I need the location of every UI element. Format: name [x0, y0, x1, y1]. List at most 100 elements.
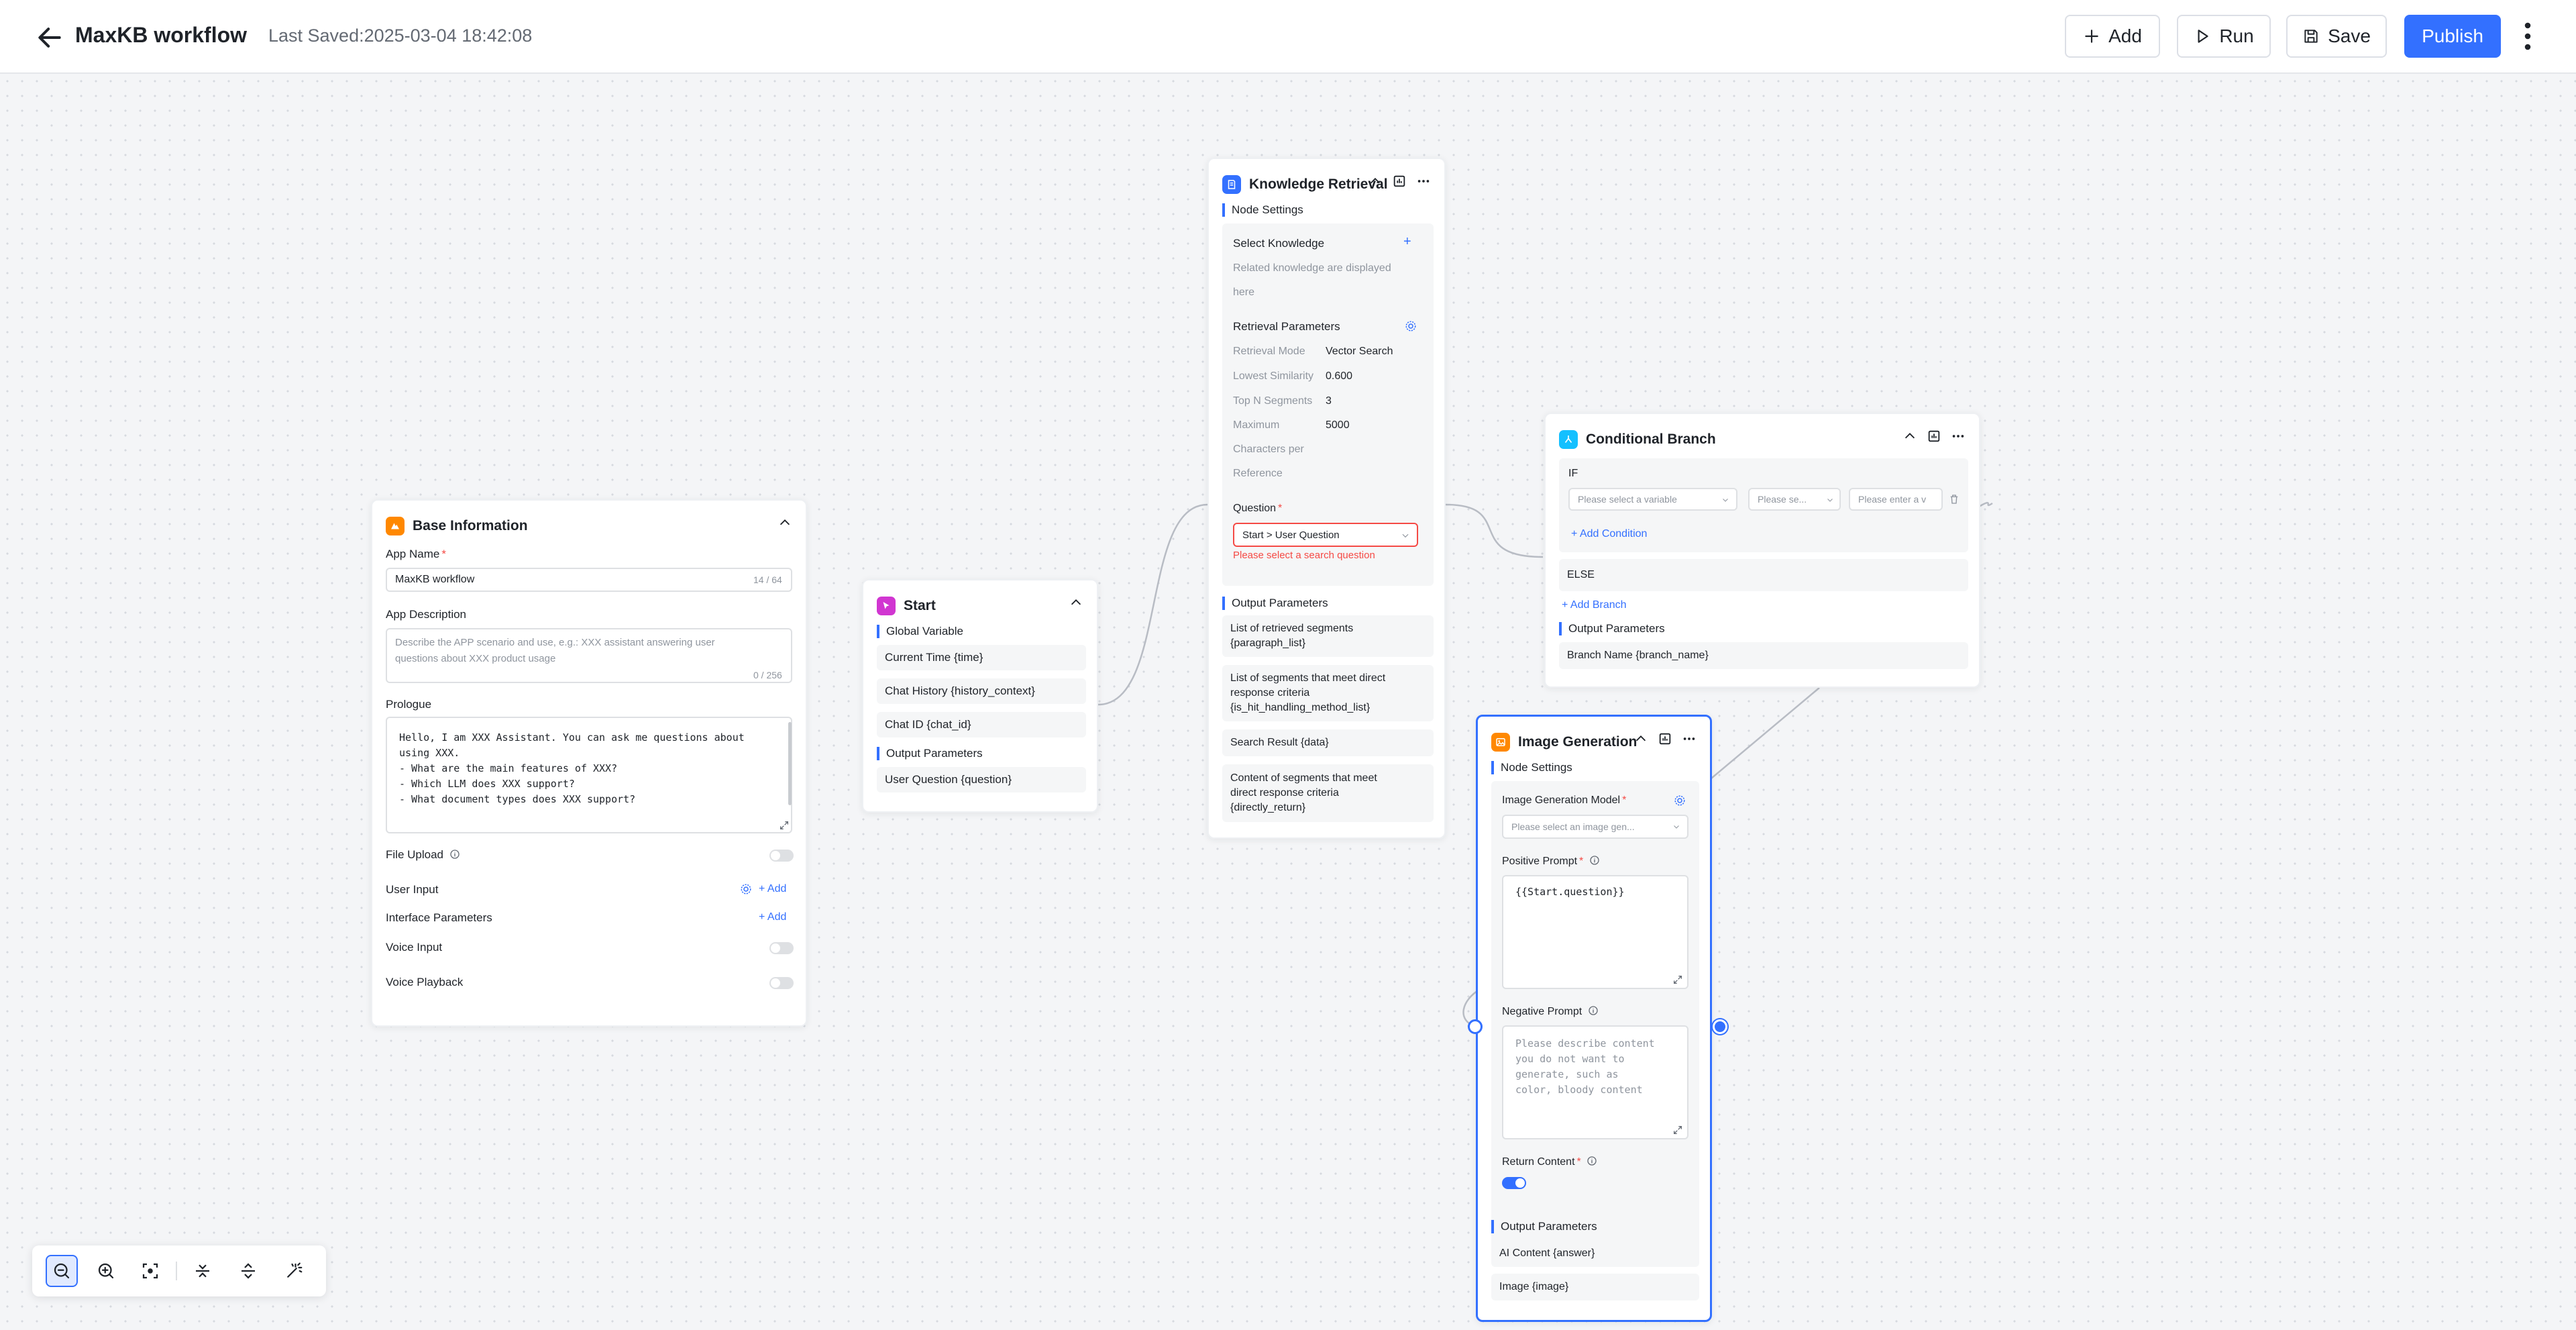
- user-input-add-link[interactable]: + Add: [759, 883, 786, 895]
- node-title: Conditional Branch: [1586, 431, 1716, 447]
- voice-input-toggle[interactable]: [769, 942, 794, 954]
- more-horizontal-icon[interactable]: [1682, 731, 1697, 746]
- chevron-down-icon: [1674, 825, 1679, 829]
- chevron-up-icon[interactable]: [1902, 429, 1917, 444]
- add-condition-link[interactable]: + Add Condition: [1571, 528, 1647, 540]
- knowledge-retrieval-node[interactable]: Knowledge Retrieval Node Settings Select…: [1208, 158, 1446, 839]
- save-button[interactable]: Save: [2286, 15, 2387, 58]
- value-input[interactable]: Please enter a v: [1849, 488, 1943, 511]
- more-horizontal-icon[interactable]: [1951, 429, 1966, 444]
- node-header: Knowledge Retrieval: [1222, 171, 1431, 198]
- last-saved-label: Last Saved:: [268, 25, 364, 46]
- start-node[interactable]: Start Global Variable Current Time {time…: [862, 579, 1098, 813]
- expand-all-button[interactable]: [232, 1255, 264, 1287]
- branch-icon: [1559, 430, 1578, 449]
- chevron-up-icon[interactable]: [1633, 731, 1648, 746]
- prologue-line: - What are the main features of XXX?: [399, 762, 618, 774]
- publish-button-label: Publish: [2422, 25, 2483, 46]
- zoom-out-button[interactable]: [46, 1255, 78, 1287]
- negative-prompt-label: Negative Prompt: [1502, 1005, 1599, 1018]
- gear-icon[interactable]: [740, 883, 752, 895]
- node-title: Start: [904, 598, 936, 613]
- expand-all-icon: [241, 1263, 255, 1279]
- model-select[interactable]: Please select an image gen...: [1502, 815, 1688, 839]
- node-header: Image Generation: [1491, 729, 1697, 756]
- prologue-line: Hello, I am XXX Assistant. You can ask m…: [399, 731, 745, 744]
- global-variable-item: Current Time {time}: [877, 645, 1086, 670]
- panel-icon[interactable]: [1392, 174, 1407, 189]
- prologue-line: - Which LLM does XXX support?: [399, 778, 575, 790]
- expand-icon[interactable]: [1672, 1125, 1683, 1135]
- positive-prompt-textarea[interactable]: {{Start.question}}: [1502, 875, 1688, 989]
- file-upload-toggle[interactable]: [769, 850, 794, 862]
- param-value: Vector Search: [1326, 346, 1393, 357]
- chevron-up-icon[interactable]: [1069, 595, 1083, 610]
- beautify-layout-button[interactable]: [278, 1255, 310, 1287]
- prologue-textarea[interactable]: Hello, I am XXX Assistant. You can ask m…: [386, 717, 792, 833]
- knowledge-hint-line: here: [1233, 287, 1255, 298]
- more-horizontal-icon[interactable]: [1416, 174, 1431, 189]
- fit-view-button[interactable]: [134, 1255, 166, 1287]
- add-button-label: Add: [2108, 25, 2142, 46]
- image-generation-output-port[interactable]: [1713, 1019, 1727, 1034]
- node-title: Base Information: [413, 518, 528, 533]
- output-parameter-item: AI Content {answer}: [1491, 1240, 1699, 1267]
- question-error-message: Please select a search question: [1233, 550, 1375, 561]
- interface-parameters-add-link[interactable]: + Add: [759, 911, 786, 923]
- prologue-scrollbar[interactable]: [788, 722, 792, 805]
- back-arrow-icon[interactable]: [35, 23, 64, 52]
- panel-icon[interactable]: [1658, 731, 1672, 746]
- expand-icon[interactable]: [1672, 974, 1683, 985]
- negative-prompt-textarea[interactable]: Please describe content you do not want …: [1502, 1025, 1688, 1139]
- run-button[interactable]: Run: [2177, 15, 2271, 58]
- output-parameters-title: Output Parameters: [1491, 1220, 1597, 1233]
- if-label: IF: [1568, 468, 1578, 479]
- collapse-all-button[interactable]: [186, 1255, 219, 1287]
- image-generation-node[interactable]: Image Generation Node Settings Image Gen…: [1476, 715, 1712, 1322]
- node-header: Base Information: [386, 513, 792, 540]
- chevron-down-icon: [1723, 499, 1728, 502]
- panel-icon[interactable]: [1927, 429, 1941, 444]
- chevron-up-icon[interactable]: [1368, 174, 1383, 189]
- chevron-up-icon[interactable]: [777, 515, 792, 530]
- app-description-textarea[interactable]: Describe the APP scenario and use, e.g.:…: [386, 628, 792, 683]
- prologue-line: using XXX.: [399, 747, 460, 759]
- param-key: Top N Segments: [1233, 395, 1313, 407]
- conditional-branch-node[interactable]: Conditional Branch IF Please select a va…: [1544, 413, 1980, 688]
- positive-prompt-label: Positive Prompt *: [1502, 855, 1600, 868]
- app-name-counter: 14 / 64: [753, 574, 782, 585]
- node-header: Start: [877, 593, 1083, 619]
- delete-icon[interactable]: [1948, 493, 1960, 505]
- base-info-icon: [386, 517, 405, 535]
- publish-button[interactable]: Publish: [2404, 15, 2501, 58]
- return-content-toggle[interactable]: [1502, 1177, 1526, 1189]
- app-name-input[interactable]: MaxKB workflow: [386, 568, 792, 592]
- output-parameter-item: Branch Name {branch_name}: [1559, 642, 1968, 669]
- voice-playback-label: Voice Playback: [386, 976, 464, 988]
- global-variable-title: Global Variable: [877, 625, 963, 638]
- fit-view-icon: [142, 1263, 158, 1279]
- more-vertical-icon[interactable]: [2516, 20, 2540, 52]
- output-parameters-title: Output Parameters: [877, 747, 983, 760]
- top-header: MaxKB workflow Last Saved:2025-03-04 18:…: [0, 0, 2576, 74]
- voice-playback-toggle[interactable]: [769, 977, 794, 989]
- global-variable-item: Chat History {history_context}: [877, 678, 1086, 704]
- add-button[interactable]: Add: [2065, 15, 2160, 58]
- expand-icon[interactable]: [779, 820, 790, 831]
- file-upload-label: File Upload: [386, 848, 460, 862]
- model-label: Image Generation Model *: [1502, 795, 1627, 806]
- select-knowledge-add-link[interactable]: +: [1403, 234, 1411, 250]
- gear-icon[interactable]: [1405, 320, 1417, 332]
- node-tools: [1633, 731, 1697, 746]
- app-description-counter: 0 / 256: [753, 670, 782, 680]
- zoom-in-button[interactable]: [90, 1255, 122, 1287]
- add-branch-link[interactable]: + Add Branch: [1562, 599, 1627, 611]
- image-generation-input-port[interactable]: [1468, 1019, 1483, 1034]
- variable-select[interactable]: Please select a variable: [1568, 488, 1737, 511]
- base-information-node[interactable]: Base Information App Name * MaxKB workflo…: [371, 499, 807, 1027]
- question-select[interactable]: Start > User Question: [1233, 523, 1418, 547]
- gear-icon[interactable]: [1674, 795, 1686, 807]
- knowledge-book-icon: [1222, 175, 1241, 194]
- run-button-label: Run: [2219, 25, 2254, 46]
- operator-select[interactable]: Please se...: [1748, 488, 1841, 511]
